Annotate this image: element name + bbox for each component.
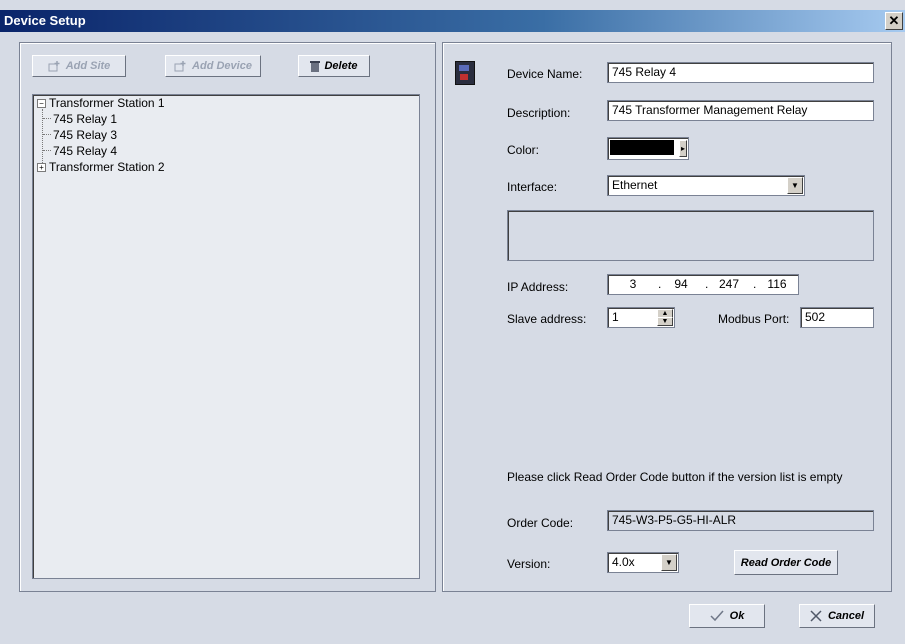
slave-address-label: Slave address: [507,312,587,326]
modbus-port-label: Modbus Port: [718,312,790,326]
tree-item-label: 745 Relay 3 [53,128,118,142]
tree-item-device-selected[interactable]: 745 Relay 4 [53,144,117,158]
description-input[interactable]: 745 Transformer Management Relay [607,100,874,121]
ip-octet-2[interactable]: 94 [662,277,700,291]
tree-item-site[interactable]: − Transformer Station 1 [37,96,165,110]
tree-item-label: Transformer Station 2 [49,160,165,174]
version-select[interactable]: 4.0x ▼ [607,552,679,573]
tree-line [43,118,51,119]
tree-item-label: 745 Relay 4 [53,144,118,158]
version-label: Version: [507,557,551,571]
ip-dot: . [753,277,757,291]
color-picker[interactable]: ▸ [607,137,689,160]
read-order-code-button[interactable]: Read Order Code [734,550,838,575]
close-icon[interactable]: ✕ [885,12,903,30]
read-order-code-hint: Please click Read Order Code button if t… [507,470,843,484]
ip-address-input[interactable]: 3 . 94 . 247 . 116 [607,274,799,295]
interface-select[interactable]: Ethernet ▼ [607,175,805,196]
ok-label: Ok [729,610,745,622]
description-label: Description: [507,106,571,120]
delete-button[interactable]: Delete [298,55,370,77]
cancel-label: Cancel [827,610,865,622]
ok-button[interactable]: Ok [689,604,765,628]
tree-line [43,134,51,135]
expand-icon[interactable]: + [37,163,46,173]
trash-icon [310,61,321,72]
tree-item-label: Transformer Station 1 [49,96,165,110]
version-value: 4.0x [612,555,635,569]
delete-label: Delete [324,60,358,72]
interface-settings-box [507,210,874,261]
ip-dot: . [705,277,709,291]
tree-item-device[interactable]: 745 Relay 1 [53,112,117,126]
collapse-icon[interactable]: − [37,99,46,109]
chevron-down-icon[interactable]: ▼ [787,177,803,194]
site-tree-panel: Add Site Add Device Delete − Transformer … [19,42,436,592]
cancel-button[interactable]: Cancel [799,604,875,628]
modbus-port-input[interactable]: 502 [800,307,874,328]
read-order-code-label: Read Order Code [740,556,832,569]
checkmark-icon [710,610,724,622]
add-device-button[interactable]: Add Device [165,55,261,77]
site-tree[interactable]: − Transformer Station 1 745 Relay 1 745 R… [32,94,420,579]
tree-item-site[interactable]: + Transformer Station 2 [37,160,165,174]
order-code-label: Order Code: [507,516,574,530]
interface-label: Interface: [507,180,558,194]
add-device-icon [174,61,186,72]
chevron-down-icon[interactable]: ▼ [661,554,677,571]
order-code-field: 745-W3-P5-G5-HI-ALR [607,510,874,531]
window-title: Device Setup [4,13,86,28]
add-site-button[interactable]: Add Site [32,55,126,77]
add-device-label: Add Device [192,60,252,72]
ip-octet-4[interactable]: 116 [758,277,796,291]
ip-address-label: IP Address: [507,280,569,294]
color-swatch [610,140,674,155]
title-bar: Device Setup ✕ [0,10,905,32]
tree-item-label: 745 Relay 1 [53,112,118,126]
tree-item-device[interactable]: 745 Relay 3 [53,128,117,142]
slave-address-stepper[interactable]: 1 ▲ ▼ [607,307,675,328]
relay-device-icon [455,61,475,85]
color-label: Color: [507,143,540,157]
device-name-input[interactable]: 745 Relay 4 [607,62,874,83]
device-name-label: Device Name: [507,67,583,81]
tree-line [43,150,51,151]
chevron-down-icon[interactable]: ▸ [679,140,687,157]
ip-dot: . [658,277,662,291]
interface-value: Ethernet [612,178,658,192]
stepper-down-icon[interactable]: ▼ [657,317,673,326]
slave-address-value: 1 [612,310,619,324]
add-site-label: Add Site [65,60,111,72]
add-site-icon [48,61,60,72]
device-setup-window: Device Setup ✕ Add Site Add Device Delet… [0,0,905,644]
close-icon [810,610,822,622]
ip-octet-3[interactable]: 247 [710,277,748,291]
ip-octet-1[interactable]: 3 [614,277,652,291]
